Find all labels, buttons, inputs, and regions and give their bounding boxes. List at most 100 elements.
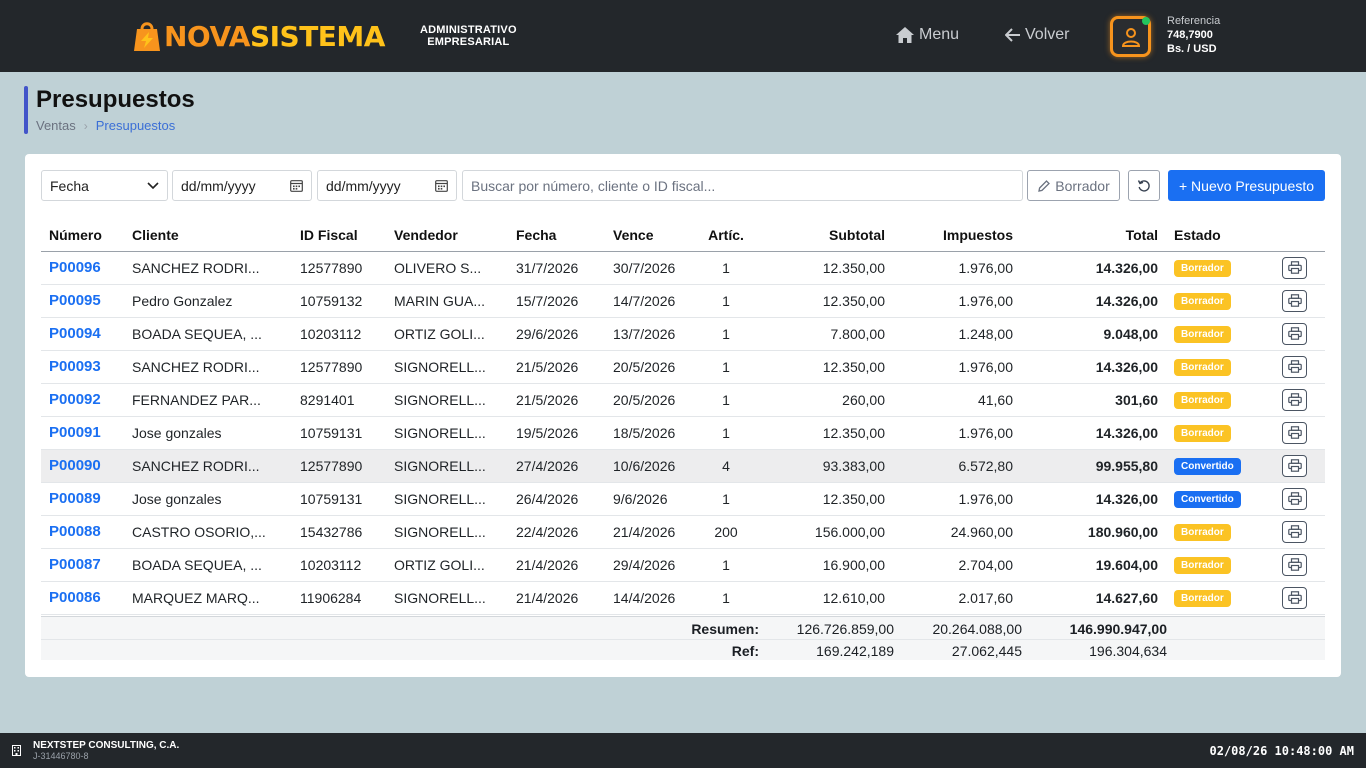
- table-row[interactable]: P00090 SANCHEZ RODRI... 12577890 SIGNORELL.…: [41, 449, 1325, 483]
- reset-filters-button[interactable]: [1128, 170, 1160, 201]
- cell-actions: [1264, 350, 1325, 384]
- budget-number-link[interactable]: P00095: [41, 284, 124, 318]
- breadcrumb: Ventas › Presupuestos: [36, 118, 175, 133]
- print-button[interactable]: [1282, 421, 1307, 444]
- budget-number-link[interactable]: P00092: [41, 383, 124, 417]
- table-row[interactable]: P00096 SANCHEZ RODRI... 12577890 OLIVERO S.…: [41, 251, 1325, 285]
- cell-subtotal: 93.383,00: [757, 449, 893, 483]
- print-button[interactable]: [1282, 322, 1307, 345]
- print-button[interactable]: [1282, 388, 1307, 411]
- table-row[interactable]: P00092 FERNANDEZ PAR... 8291401 SIGNORELL..…: [41, 383, 1325, 417]
- printer-icon: [1287, 459, 1302, 472]
- print-button[interactable]: [1282, 586, 1307, 609]
- column-header-numero[interactable]: Número: [41, 220, 124, 252]
- table-row[interactable]: P00091 Jose gonzales 10759131 SIGNORELL... 1…: [41, 416, 1325, 450]
- table-header-row: Número Cliente ID Fiscal Vendedor Fecha …: [41, 220, 1325, 252]
- cell-vence: 18/5/2026: [605, 416, 695, 450]
- new-budget-button[interactable]: + Nuevo Presupuesto: [1168, 170, 1325, 201]
- print-button[interactable]: [1282, 454, 1307, 477]
- reference-label: Referencia: [1167, 15, 1221, 27]
- cell-actions: [1264, 317, 1325, 351]
- cell-estado: Convertido: [1166, 482, 1264, 516]
- user-avatar-button[interactable]: [1110, 16, 1151, 57]
- print-button[interactable]: [1282, 520, 1307, 543]
- column-header-id-fiscal[interactable]: ID Fiscal: [292, 220, 386, 252]
- cell-total: 14.326,00: [1021, 251, 1166, 285]
- cell-artic: 1: [695, 548, 757, 582]
- cell-id-fiscal: 10759131: [292, 482, 386, 516]
- print-button[interactable]: [1282, 289, 1307, 312]
- brand-logo[interactable]: NOVASISTEMA: [132, 16, 385, 56]
- status-badge: Convertido: [1174, 491, 1241, 508]
- table-row[interactable]: P00087 BOADA SEQUEA, ... 10203112 ORTIZ GOL…: [41, 548, 1325, 582]
- cell-estado: Borrador: [1166, 251, 1264, 285]
- date-field-select[interactable]: Fecha: [41, 170, 168, 201]
- table-row[interactable]: P00086 MARQUEZ MARQ... 11906284 SIGNORELL..…: [41, 581, 1325, 615]
- column-header-vence[interactable]: Vence: [605, 220, 695, 252]
- cell-vendedor: SIGNORELL...: [386, 482, 508, 516]
- column-header-impuestos[interactable]: Impuestos: [893, 220, 1021, 252]
- cell-id-fiscal: 15432786: [292, 515, 386, 549]
- table-row[interactable]: P00093 SANCHEZ RODRI... 12577890 SIGNORELL.…: [41, 350, 1325, 384]
- cell-cliente: SANCHEZ RODRI...: [124, 251, 292, 285]
- column-header-cliente[interactable]: Cliente: [124, 220, 292, 252]
- budget-number-link[interactable]: P00089: [41, 482, 124, 516]
- cell-artic: 1: [695, 383, 757, 417]
- draft-filter-button[interactable]: Borrador: [1027, 170, 1120, 201]
- user-icon: [1121, 28, 1141, 47]
- print-button[interactable]: [1282, 487, 1307, 510]
- column-header-estado[interactable]: Estado: [1166, 220, 1264, 252]
- cell-vence: 10/6/2026: [605, 449, 695, 483]
- cell-total: 14.326,00: [1021, 350, 1166, 384]
- table-row[interactable]: P00089 Jose gonzales 10759131 SIGNORELL... 2…: [41, 482, 1325, 516]
- budget-number-link[interactable]: P00094: [41, 317, 124, 351]
- cell-cliente: FERNANDEZ PAR...: [124, 383, 292, 417]
- printer-icon: [1287, 327, 1302, 340]
- cell-vendedor: SIGNORELL...: [386, 416, 508, 450]
- back-link[interactable]: Volver: [1005, 26, 1069, 44]
- calendar-icon[interactable]: [290, 179, 303, 192]
- column-header-fecha[interactable]: Fecha: [508, 220, 605, 252]
- clock: 02/08/26 10:48:00 AM: [1209, 744, 1355, 758]
- cell-vence: 20/5/2026: [605, 350, 695, 384]
- search-input[interactable]: Buscar por número, cliente o ID fiscal..…: [462, 170, 1023, 201]
- printer-icon: [1287, 360, 1302, 373]
- top-navbar: NOVASISTEMA ADMINISTRATIVO EMPRESARIAL M…: [0, 0, 1366, 72]
- shopping-bag-logo-icon: [134, 22, 160, 51]
- budget-number-link[interactable]: P00091: [41, 416, 124, 450]
- print-button[interactable]: [1282, 355, 1307, 378]
- ref-subtotal: 169.242,189: [816, 643, 894, 659]
- cell-id-fiscal: 10203112: [292, 317, 386, 351]
- breadcrumb-item-ventas[interactable]: Ventas: [36, 118, 76, 133]
- budget-number-link[interactable]: P00088: [41, 515, 124, 549]
- cell-subtotal: 12.350,00: [757, 350, 893, 384]
- budget-number-link[interactable]: P00086: [41, 581, 124, 615]
- column-header-subtotal[interactable]: Subtotal: [757, 220, 893, 252]
- column-header-artic[interactable]: Artíc.: [695, 220, 757, 252]
- status-badge: Borrador: [1174, 359, 1231, 376]
- column-header-vendedor[interactable]: Vendedor: [386, 220, 508, 252]
- budget-number-link[interactable]: P00087: [41, 548, 124, 582]
- budget-number-link[interactable]: P00090: [41, 449, 124, 483]
- table-body: P00096 SANCHEZ RODRI... 12577890 OLIVERO S.…: [41, 251, 1325, 615]
- budget-number-link[interactable]: P00096: [41, 251, 124, 285]
- table-row[interactable]: P00095 Pedro Gonzalez 10759132 MARIN GUA...…: [41, 284, 1325, 318]
- cell-fecha: 21/5/2026: [508, 383, 605, 417]
- cell-vence: 21/4/2026: [605, 515, 695, 549]
- status-badge: Borrador: [1174, 260, 1231, 277]
- calendar-icon[interactable]: [435, 179, 448, 192]
- cell-subtotal: 12.350,00: [757, 482, 893, 516]
- menu-link[interactable]: Menu: [895, 26, 959, 44]
- budget-number-link[interactable]: P00093: [41, 350, 124, 384]
- date-from-input[interactable]: dd/mm/yyyy: [172, 170, 312, 201]
- column-header-total[interactable]: Total: [1021, 220, 1166, 252]
- table-row[interactable]: P00094 BOADA SEQUEA, ... 10203112 ORTIZ GOL…: [41, 317, 1325, 351]
- cell-artic: 1: [695, 317, 757, 351]
- date-to-input[interactable]: dd/mm/yyyy: [317, 170, 457, 201]
- date-from-placeholder: dd/mm/yyyy: [181, 177, 256, 194]
- cell-vence: 20/5/2026: [605, 383, 695, 417]
- table-row[interactable]: P00088 CASTRO OSORIO,... 15432786 SIGNORELL…: [41, 515, 1325, 549]
- print-button[interactable]: [1282, 553, 1307, 576]
- print-button[interactable]: [1282, 256, 1307, 279]
- cell-estado: Borrador: [1166, 383, 1264, 417]
